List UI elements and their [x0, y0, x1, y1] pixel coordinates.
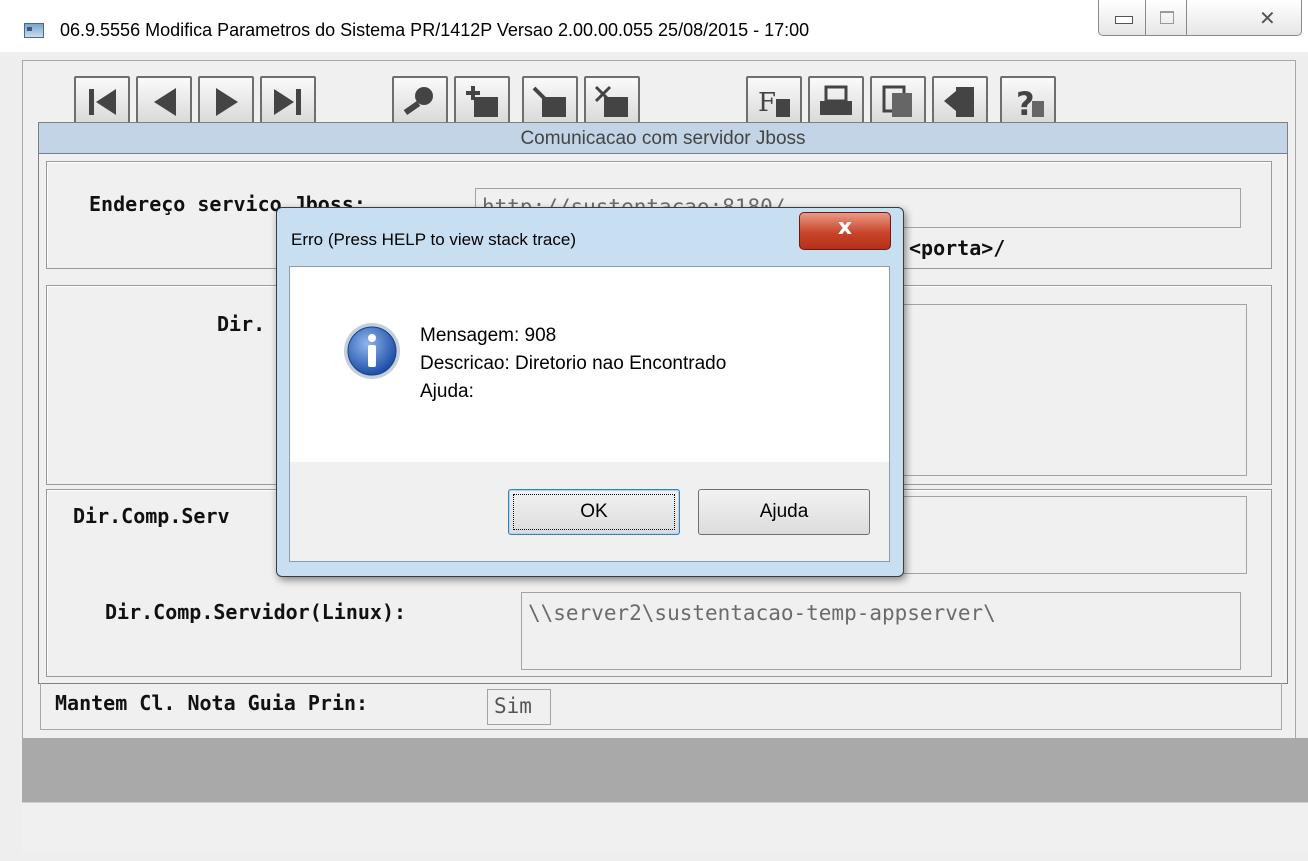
dir-linux-field[interactable]: \\server2\sustentacao-temp-appserver\: [521, 592, 1241, 670]
title-bar[interactable]: 06.9.5556 Modifica Parametros do Sistema…: [0, 0, 1308, 52]
window-title: 06.9.5556 Modifica Parametros do Sistema…: [60, 20, 810, 40]
close-icon: ✕: [1259, 6, 1276, 30]
description-line: Descricao: Diretorio nao Encontrado: [420, 353, 727, 374]
edit-button[interactable]: [522, 76, 578, 126]
ok-label: OK: [580, 501, 608, 522]
last-record-button[interactable]: [260, 76, 316, 126]
ok-button[interactable]: OK: [508, 489, 680, 535]
mantem-field[interactable]: Sim: [487, 689, 551, 725]
exit-button[interactable]: [932, 76, 988, 126]
dialog-close-button[interactable]: x: [799, 212, 891, 250]
filter-icon: F: [758, 88, 790, 118]
svg-text:F: F: [758, 88, 776, 118]
previous-icon: [154, 88, 176, 116]
add-button[interactable]: [454, 76, 510, 126]
maximize-button[interactable]: [1145, 0, 1187, 36]
help-label: Ajuda: [759, 501, 809, 522]
filter-button[interactable]: F: [746, 76, 802, 126]
close-icon: x: [837, 215, 853, 240]
search-icon: [403, 87, 433, 116]
dir-label: Dir.: [217, 312, 266, 336]
svg-text:?: ?: [1016, 85, 1035, 119]
print-button[interactable]: [808, 76, 864, 126]
delete-icon: [594, 85, 628, 117]
dialog-title: Erro (Press HELP to view stack trace): [291, 230, 576, 249]
first-icon: [89, 89, 116, 115]
exit-icon: [944, 87, 974, 117]
dir-linux-label: Dir.Comp.Servidor(Linux):: [105, 600, 407, 624]
copy-icon: [882, 85, 912, 117]
mantem-label: Mantem Cl. Nota Guia Prin:: [55, 691, 369, 715]
search-button[interactable]: [392, 76, 448, 126]
message-line: Mensagem: 908: [420, 325, 557, 346]
help-button[interactable]: Ajuda: [698, 489, 870, 535]
next-icon: [216, 88, 238, 116]
error-dialog: Erro (Press HELP to view stack trace) x …: [276, 207, 904, 577]
main-window: 06.9.5556 Modifica Parametros do Sistema…: [0, 0, 1308, 861]
next-record-button[interactable]: [198, 76, 254, 126]
edit-icon: [532, 86, 566, 117]
app-icon[interactable]: [24, 23, 44, 38]
delete-button[interactable]: [584, 76, 640, 126]
close-button[interactable]: ✕: [1186, 0, 1302, 36]
minimize-button[interactable]: [1098, 0, 1146, 36]
copy-button[interactable]: [870, 76, 926, 126]
help-line: Ajuda:: [420, 381, 474, 402]
status-bar-bottom: [22, 802, 1308, 853]
dialog-body: Mensagem: 908 Descricao: Diretorio nao E…: [289, 266, 890, 562]
first-record-button[interactable]: [74, 76, 130, 126]
dir-windows-label: Dir.Comp.Serv: [73, 504, 230, 528]
help-toolbar-button[interactable]: ?: [1000, 76, 1056, 126]
print-icon: [820, 85, 852, 115]
last-icon: [274, 89, 301, 115]
add-icon: [466, 86, 498, 117]
help-icon: ?: [1016, 85, 1044, 119]
previous-record-button[interactable]: [136, 76, 192, 126]
panel-title: Comunicacao com servidor Jboss: [39, 123, 1287, 154]
form-row: Mantem Cl. Nota Guia Prin: Sim: [40, 683, 1282, 730]
status-bar-top: [22, 738, 1308, 802]
info-icon: [344, 323, 400, 379]
endereco-hint: <porta>/: [909, 236, 1006, 260]
